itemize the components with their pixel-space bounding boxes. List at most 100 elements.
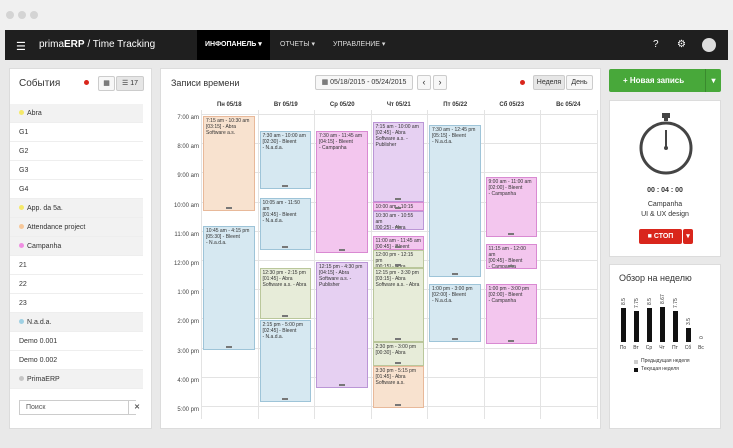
resize-handle[interactable] (395, 263, 402, 266)
time-entry[interactable]: 1:00 pm - 3:00 pm [02:00] - Bleent - N.a.d… (429, 283, 481, 343)
bar-value-label: 8.5 (621, 298, 627, 305)
resize-handle[interactable] (451, 338, 458, 341)
nav-management[interactable]: УПРАВЛЕНИЕ ▾ (325, 30, 393, 60)
list-item[interactable]: G1 (10, 123, 143, 142)
list-item[interactable]: Demo 0.002 (10, 351, 143, 370)
resize-handle[interactable] (395, 198, 402, 201)
day-header: Вт 05/19 (273, 102, 298, 108)
time-entry-time: 1:00 pm - 3:00 pm (488, 285, 530, 292)
list-item[interactable]: G2 (10, 142, 143, 161)
time-entry[interactable]: 12:15 pm - 4:30 pm [04:15] - Abra Software… (316, 262, 368, 388)
week-overview-title: Обзор на неделю (619, 273, 692, 283)
list-item[interactable]: N.a.d.a. (10, 313, 143, 332)
resize-handle[interactable] (282, 314, 289, 317)
menu-icon[interactable]: ☰ (16, 40, 26, 53)
time-label: 1:00 pm (177, 290, 199, 297)
color-dot-icon (19, 110, 24, 115)
window-minimize-dot[interactable] (18, 11, 26, 19)
stop-button[interactable]: ■ СТОП (639, 229, 682, 244)
time-entry[interactable]: 12:00 pm - 12:15 pm [00:15] - Abra (372, 250, 424, 268)
top-navbar: ☰ primaERP / Time Tracking ИНФОПАНЕЛЬ ▾ … (5, 30, 728, 60)
search-input[interactable]: Поиск ✕ (19, 400, 145, 415)
chevron-down-icon[interactable]: ▾ (705, 69, 721, 92)
resize-handle[interactable] (395, 403, 402, 406)
week-view-button[interactable]: Неделя (533, 75, 565, 90)
resize-handle[interactable] (225, 345, 232, 348)
resize-handle[interactable] (395, 338, 402, 341)
time-entry[interactable]: 12:15 pm - 3:30 pm [03:15] - Abra Software… (372, 267, 424, 343)
resize-handle[interactable] (395, 225, 402, 228)
list-item-label: 21 (19, 262, 27, 269)
nav-dashboard[interactable]: ИНФОПАНЕЛЬ ▾ (197, 30, 270, 60)
time-entry[interactable]: 2:15 pm - 5:00 pm [02:45] - Bleent - N.a.d… (259, 320, 311, 403)
day-view-button[interactable]: День (566, 75, 593, 90)
list-item[interactable]: Campanha (10, 237, 143, 256)
time-entry[interactable]: 11:00 am - 11:45 am [00:45] - Bleent (372, 235, 424, 251)
resize-handle[interactable] (508, 265, 515, 268)
time-entry-time: 7:30 am - 10:00 am (262, 132, 306, 139)
stop-options-button[interactable]: ▾ (683, 229, 693, 244)
resize-handle[interactable] (508, 233, 515, 236)
resize-handle[interactable] (508, 339, 515, 342)
time-entry[interactable]: 7:15 am - 10:00 am [02:45] - Abra Software… (372, 121, 424, 203)
list-item[interactable]: PrimaERP (10, 370, 143, 389)
avatar[interactable] (702, 38, 716, 52)
nav-reports[interactable]: ОТЧЕТЫ ▾ (272, 30, 323, 60)
time-entry[interactable]: 7:30 am - 10:00 am [02:30] - Bleent - N.a.… (259, 130, 311, 189)
list-item[interactable]: 22 (10, 275, 143, 294)
legend-cur-swatch (634, 368, 638, 372)
list-item[interactable]: 23 (10, 294, 143, 313)
resize-handle[interactable] (282, 246, 289, 249)
list-item[interactable]: G4 (10, 180, 143, 199)
resize-handle[interactable] (395, 361, 402, 364)
list-item[interactable]: Demo 0.001 (10, 332, 143, 351)
prev-week-button[interactable]: ‹ (417, 75, 431, 90)
date-range-picker[interactable]: ▦ 05/18/2015 - 05/24/2015 (315, 75, 413, 90)
time-entry[interactable]: 1:00 pm - 3:00 pm [02:00] - Bleent - Campa… (485, 283, 537, 344)
time-entry[interactable]: 10:05 am - 11:50 am [01:45] - Bleent - N.a… (259, 197, 311, 251)
close-icon[interactable]: ✕ (128, 401, 145, 414)
time-label: 12:00 pm (173, 261, 199, 267)
time-entry[interactable]: 10:00 am - 10:15[00:15] - (372, 202, 424, 211)
list-item[interactable]: 21 (10, 256, 143, 275)
next-week-button[interactable]: › (433, 75, 447, 90)
time-entry[interactable]: 9:00 am - 11:00 am [02:00] - Bleent - Camp… (485, 177, 537, 238)
resize-handle[interactable] (451, 272, 458, 275)
gear-icon[interactable]: ⚙ (677, 39, 686, 50)
time-entry[interactable]: 10:30 am - 10:55 am[00:25] - AbraSoftwar… (372, 210, 424, 230)
resize-handle[interactable] (282, 398, 289, 401)
time-entry[interactable]: 10:45 am - 4:15 pm [05:30] - Bleent - N.a.… (203, 225, 255, 350)
time-entry-desc: Software a.s. (206, 130, 236, 136)
time-entry[interactable]: 7:15 am - 10:30 am [03:15] - Abra Software… (203, 116, 255, 211)
time-label: 8:00 am (177, 144, 199, 151)
time-label: 7:00 am (177, 115, 199, 121)
time-entry-time: 11:15 am - 12:00 am (488, 246, 526, 259)
time-entry[interactable]: 3:30 pm - 5:15 pm [01:45] - Abra Software … (372, 365, 424, 408)
resize-handle[interactable] (282, 184, 289, 187)
time-entry[interactable]: 7:30 am - 11:45 am [04:15] - Bleent - Camp… (316, 130, 368, 254)
time-entry[interactable]: 7:30 am - 12:45 pm [05:15] - Bleent - N.a.… (429, 124, 481, 277)
time-entry[interactable]: 11:15 am - 12:00 am [00:45] - Bleent - Cam… (485, 244, 537, 270)
day-header: Чт 05/21 (386, 102, 411, 108)
time-entry-desc: Software a.s. - Abra (375, 281, 420, 288)
list-view-button[interactable]: ☰ 17 (116, 76, 144, 91)
calendar-view-button[interactable]: ▦ (98, 76, 115, 91)
window-maximize-dot[interactable] (30, 11, 38, 19)
list-item[interactable]: Abra (10, 104, 143, 123)
window-close-dot[interactable] (6, 11, 14, 19)
time-entry[interactable]: 12:30 pm - 2:15 pm [01:45] - Abra Software… (259, 267, 311, 319)
new-record-button[interactable]: + Новая запись ▾ (609, 69, 721, 92)
resize-handle[interactable] (395, 246, 402, 249)
help-icon[interactable]: ? (653, 39, 659, 50)
resize-handle[interactable] (395, 206, 402, 209)
resize-handle[interactable] (338, 249, 345, 252)
hour-gridline (201, 114, 597, 115)
list-item-label: Campanha (27, 243, 62, 250)
resize-handle[interactable] (338, 383, 345, 386)
bar-value-label: 0 (699, 336, 705, 339)
time-entry[interactable]: 2:30 pm - 3:00 pm [00:30] - Abra (372, 342, 424, 366)
resize-handle[interactable] (225, 206, 232, 209)
list-item[interactable]: G3 (10, 161, 143, 180)
list-item[interactable]: Attendance project (10, 218, 143, 237)
list-item[interactable]: App. da 5a. (10, 199, 143, 218)
